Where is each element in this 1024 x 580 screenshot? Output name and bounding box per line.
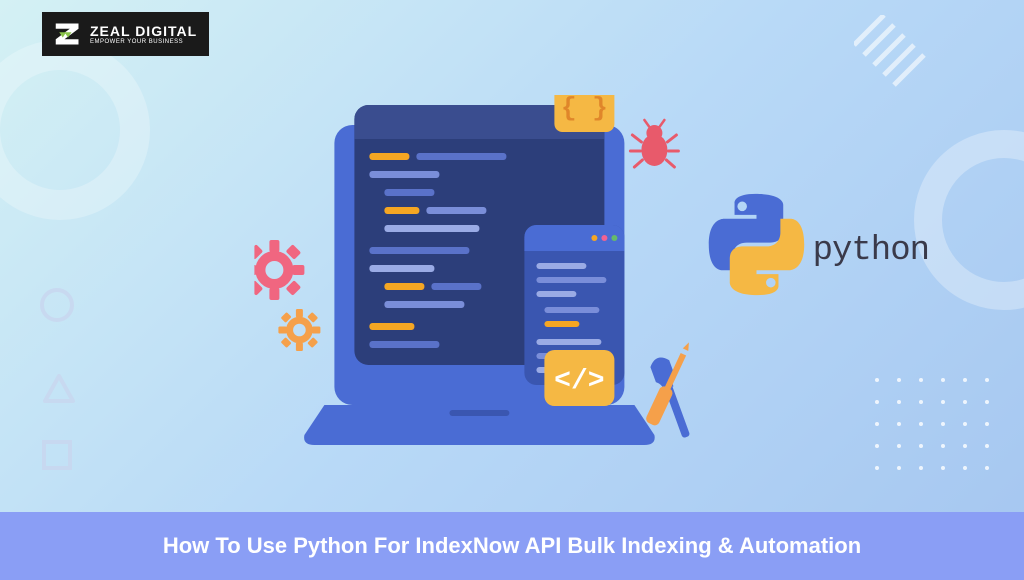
deco-triangle-icon [42, 374, 76, 404]
deco-diagonal-lines-icon [854, 15, 934, 95]
brand-logo-text: ZEAL DIGITAL [90, 23, 197, 39]
deco-circle-outline-icon [40, 288, 74, 322]
deco-dot-grid [875, 378, 989, 470]
title-banner-text: How To Use Python For IndexNow API Bulk … [163, 533, 861, 559]
gear-icon [254, 240, 304, 300]
bug-icon [630, 120, 678, 167]
deco-square-icon [42, 440, 72, 470]
angle-brackets-badge-icon: </> [544, 350, 614, 406]
deco-circle-top-left [0, 40, 150, 220]
brand-logo-tagline: EMPOWER YOUR BUSINESS [90, 39, 197, 45]
deco-circle-right [914, 130, 1024, 310]
screwdriver-icon [645, 339, 696, 426]
svg-text:</>: </> [554, 366, 604, 397]
brand-logo-icon [54, 20, 82, 48]
laptop-code-illustration: { } </> [254, 95, 714, 475]
curly-brace-badge-icon: { } [554, 95, 614, 132]
python-label-text: python [813, 232, 929, 270]
python-logo-icon [704, 192, 809, 297]
brand-logo: ZEAL DIGITAL EMPOWER YOUR BUSINESS [42, 12, 209, 56]
gear-icon [278, 309, 320, 351]
deco-shape-group [40, 288, 76, 470]
title-banner: How To Use Python For IndexNow API Bulk … [0, 512, 1024, 580]
svg-text:{ }: { } [561, 95, 608, 123]
